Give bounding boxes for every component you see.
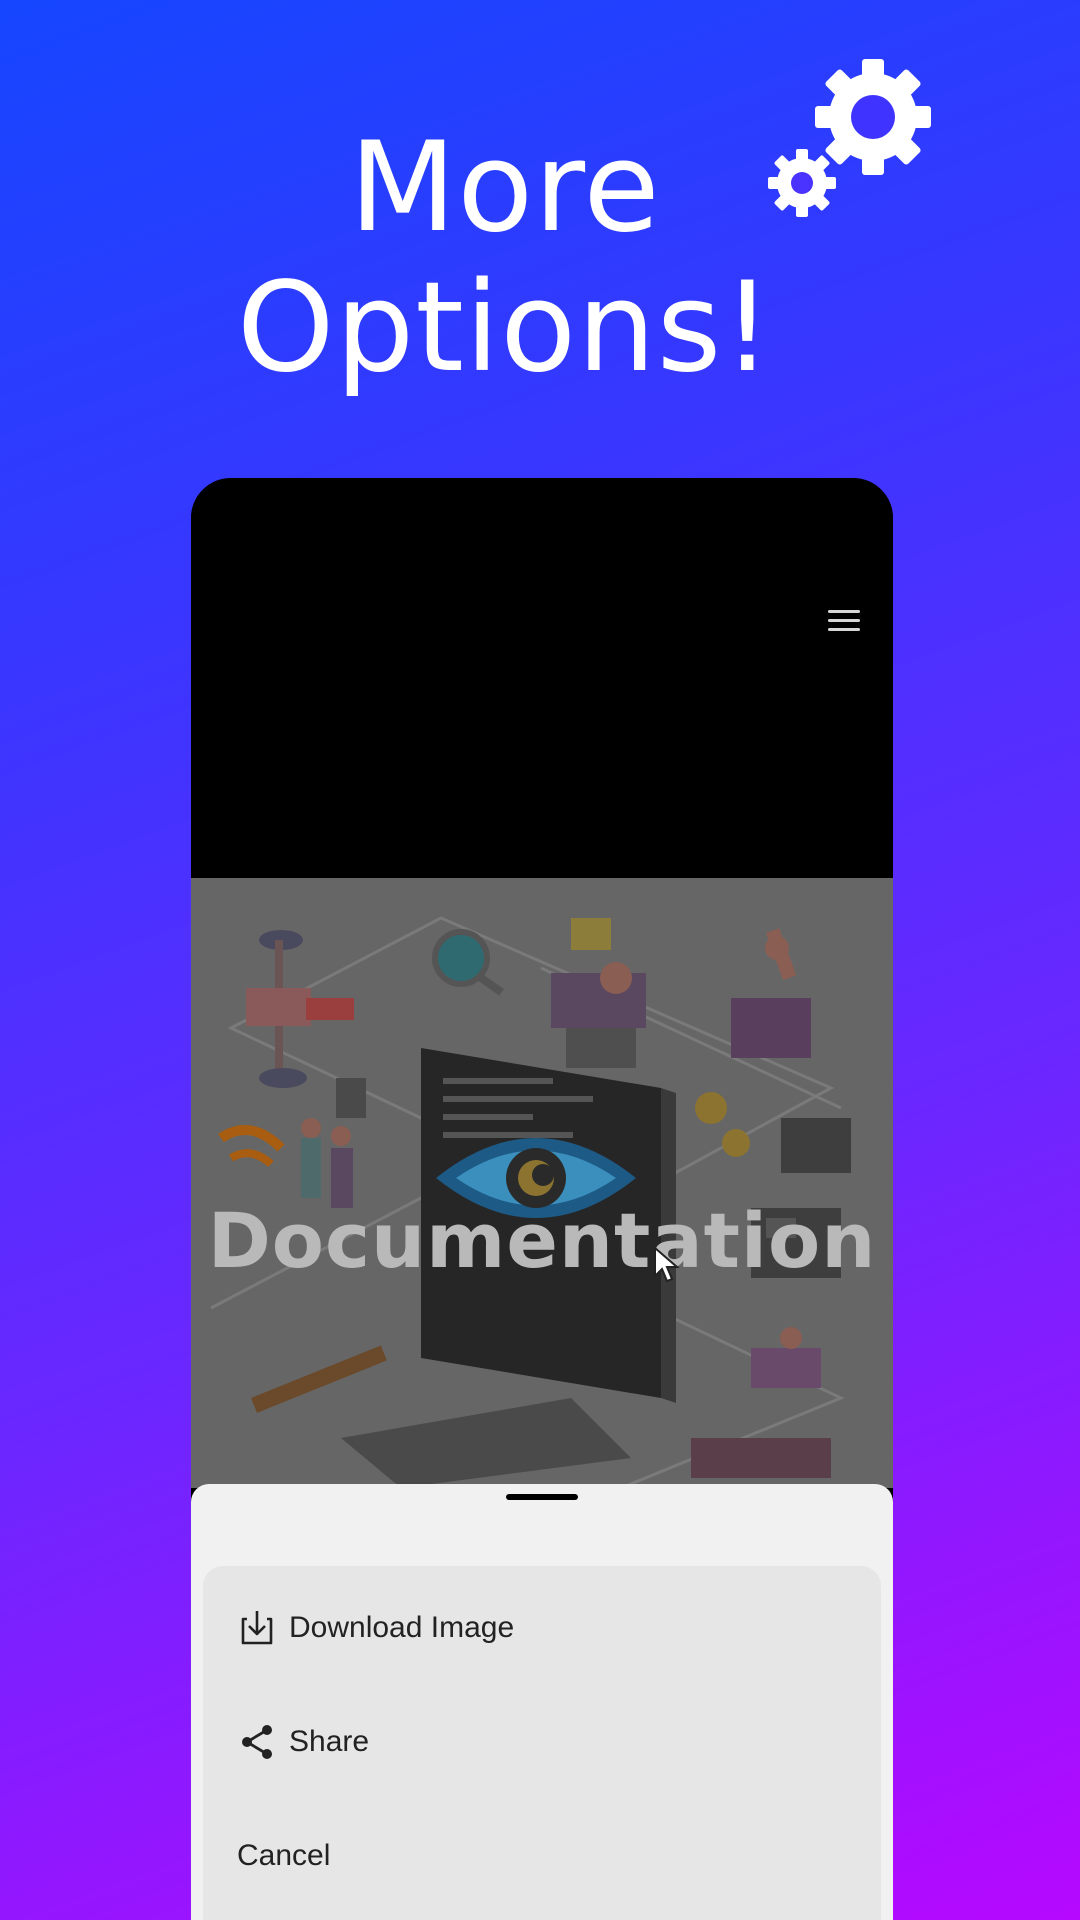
share-option[interactable]: Share <box>203 1702 881 1782</box>
headline-line-1: More <box>349 116 661 260</box>
cancel-label: Cancel <box>237 1839 331 1872</box>
hero-title: Documentation <box>207 1196 877 1285</box>
phone-mockup: Documentation Download Image Share Cance… <box>191 478 893 1920</box>
share-label: Share <box>289 1725 370 1758</box>
gears-icon <box>768 59 931 217</box>
hero-illustration <box>191 878 893 1488</box>
download-image-option[interactable]: Download Image <box>203 1588 881 1668</box>
hero-image: Documentation <box>191 878 893 1488</box>
download-icon <box>237 1608 277 1648</box>
sheet-drag-handle[interactable] <box>506 1494 578 1500</box>
bottom-sheet: Download Image Share Cancel <box>191 1484 893 1920</box>
app-top-bar <box>191 478 893 878</box>
headline-line-2: Options! <box>236 256 774 400</box>
options-menu: Download Image Share Cancel <box>203 1566 881 1920</box>
mouse-pointer-icon <box>654 1246 680 1283</box>
download-image-label: Download Image <box>289 1611 515 1644</box>
cancel-option[interactable]: Cancel <box>203 1816 881 1896</box>
headline: More Options! <box>185 118 825 398</box>
share-icon <box>237 1722 277 1762</box>
hamburger-menu-icon[interactable] <box>828 610 860 634</box>
